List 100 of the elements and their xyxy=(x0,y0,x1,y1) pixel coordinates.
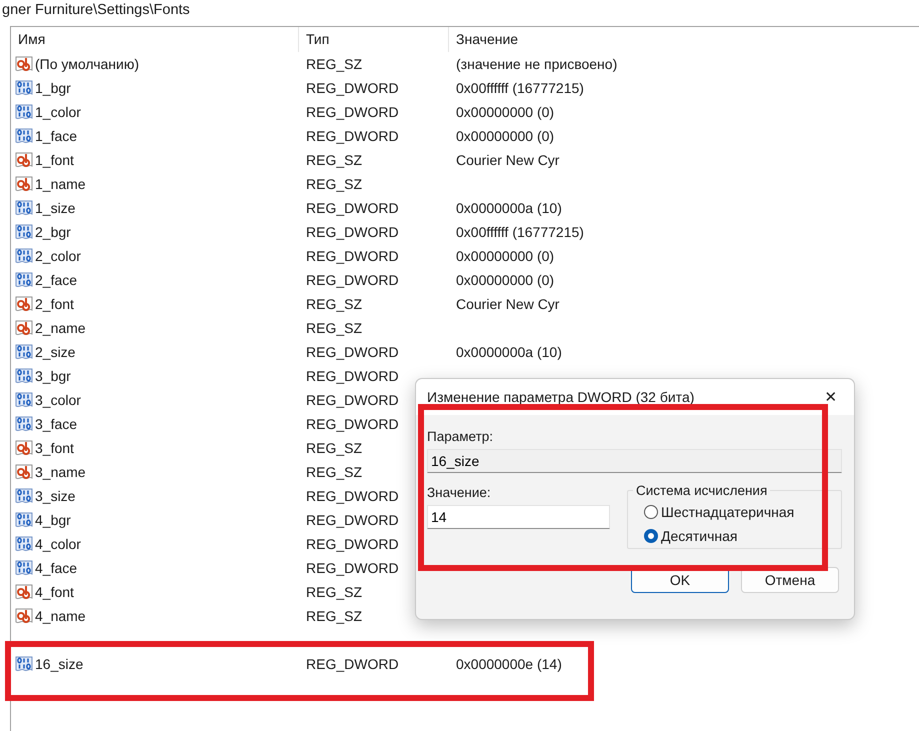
value-type: REG_DWORD xyxy=(306,416,399,432)
value-name[interactable]: 4_name xyxy=(35,608,86,624)
value-type: REG_DWORD xyxy=(306,104,399,120)
string-value-icon xyxy=(15,295,33,313)
value-type: REG_SZ xyxy=(306,296,362,312)
value-name[interactable]: 2_color xyxy=(35,248,81,264)
value-name[interactable]: 2_font xyxy=(35,296,74,312)
binary-value-icon xyxy=(15,655,33,673)
value-data: 0x0000000a (10) xyxy=(456,200,562,216)
binary-value-icon xyxy=(15,271,33,289)
value-type: REG_SZ xyxy=(306,464,362,480)
value-type: REG_DWORD xyxy=(306,368,399,384)
string-value-icon xyxy=(15,583,33,601)
value-type: REG_DWORD xyxy=(306,512,399,528)
value-name[interactable]: 3_face xyxy=(35,416,78,432)
value-name[interactable]: 3_font xyxy=(35,440,74,456)
dialog-title: Изменение параметра DWORD (32 бита) xyxy=(427,389,694,405)
input-field[interactable]: 16_size xyxy=(427,449,842,473)
value-name[interactable]: 4_font xyxy=(35,584,74,600)
field-label: Значение: xyxy=(427,484,492,502)
radio-circle[interactable] xyxy=(644,505,658,519)
value-name[interactable]: 1_font xyxy=(35,152,74,168)
column-header[interactable]: Имя xyxy=(11,27,299,52)
value-data: 0x0000000a (10) xyxy=(456,344,562,360)
value-type: REG_DWORD xyxy=(306,392,399,408)
radio-circle[interactable] xyxy=(644,529,658,543)
value-name[interactable]: (По умолчанию) xyxy=(35,56,140,72)
value-type: REG_DWORD xyxy=(306,488,399,504)
field-label: Параметр: xyxy=(427,428,494,446)
value-data: 0x00000000 (0) xyxy=(456,248,554,264)
value-type: REG_SZ xyxy=(306,152,362,168)
close-button[interactable]: ✕ xyxy=(816,384,846,410)
value-type: REG_SZ xyxy=(306,440,362,456)
radio-option[interactable]: Шестнадцатеричная xyxy=(644,500,833,524)
value-type: REG_SZ xyxy=(306,56,362,72)
value-data: 0x00ffffff (16777215) xyxy=(456,80,584,96)
binary-value-icon xyxy=(15,247,33,265)
value-name[interactable]: 2_size xyxy=(35,344,76,360)
binary-value-icon xyxy=(15,391,33,409)
binary-value-icon xyxy=(15,103,33,121)
value-type: REG_DWORD xyxy=(306,248,399,264)
value-type: REG_DWORD xyxy=(306,536,399,552)
string-value-icon xyxy=(15,175,33,193)
value-name[interactable]: 3_name xyxy=(35,464,86,480)
column-header[interactable]: Тип xyxy=(299,27,449,52)
radio-option[interactable]: Десятичная xyxy=(644,524,833,548)
binary-value-icon xyxy=(15,535,33,553)
value-type: REG_DWORD xyxy=(306,80,399,96)
string-value-icon xyxy=(15,319,33,337)
value-name[interactable]: 2_name xyxy=(35,320,86,336)
binary-value-icon xyxy=(15,367,33,385)
value-name[interactable]: 4_bgr xyxy=(35,512,71,528)
value-name[interactable]: 2_bgr xyxy=(35,224,71,240)
value-type: REG_DWORD xyxy=(306,344,399,360)
input-field[interactable]: 14 xyxy=(427,505,610,529)
value-name[interactable]: 3_color xyxy=(35,392,81,408)
value-name[interactable]: 1_color xyxy=(35,104,81,120)
value-type: REG_SZ xyxy=(306,608,362,624)
group-label: Система исчисления xyxy=(635,483,768,498)
value-name[interactable]: 3_size xyxy=(35,488,76,504)
address-path: gner Furniture\Settings\Fonts xyxy=(1,1,191,20)
string-value-icon xyxy=(15,55,33,73)
value-name[interactable]: 1_name xyxy=(35,176,86,192)
value-data: (значение не присвоено) xyxy=(456,56,618,72)
value-name[interactable]: 4_face xyxy=(35,560,78,576)
binary-value-icon xyxy=(15,127,33,145)
binary-value-icon xyxy=(15,487,33,505)
value-data: 0x00000000 (0) xyxy=(456,104,554,120)
value-name[interactable]: 1_bgr xyxy=(35,80,71,96)
string-value-icon xyxy=(15,463,33,481)
value-name[interactable]: 2_face xyxy=(35,272,78,288)
binary-value-icon xyxy=(15,559,33,577)
value-type: REG_DWORD xyxy=(306,272,399,288)
value-type: REG_DWORD xyxy=(306,224,399,240)
value-data: 0x00000000 (0) xyxy=(456,272,554,288)
string-value-icon xyxy=(15,607,33,625)
value-type: REG_SZ xyxy=(306,176,362,192)
value-name[interactable]: 1_face xyxy=(35,128,78,144)
value-data: Courier New Cyr xyxy=(456,152,560,168)
string-value-icon xyxy=(15,151,33,169)
binary-value-icon xyxy=(15,223,33,241)
value-type: REG_SZ xyxy=(306,320,362,336)
value-type: REG_DWORD xyxy=(306,560,399,576)
value-name[interactable]: 4_color xyxy=(35,536,81,552)
value-name[interactable]: 1_size xyxy=(35,200,76,216)
value-type: REG_DWORD xyxy=(306,656,399,672)
column-header[interactable]: Значение xyxy=(449,27,849,52)
value-data: 0x0000000e (14) xyxy=(456,656,562,672)
value-name[interactable]: 16_size xyxy=(35,656,84,672)
binary-value-icon xyxy=(15,199,33,217)
value-data: 0x00000000 (0) xyxy=(456,128,554,144)
binary-value-icon xyxy=(15,511,33,529)
value-name[interactable]: 3_bgr xyxy=(35,368,71,384)
value-type: REG_DWORD xyxy=(306,200,399,216)
binary-value-icon xyxy=(15,415,33,433)
value-type: REG_DWORD xyxy=(306,128,399,144)
value-data: 0x00ffffff (16777215) xyxy=(456,224,584,240)
binary-value-icon xyxy=(15,343,33,361)
value-data: Courier New Cyr xyxy=(456,296,560,312)
string-value-icon xyxy=(15,439,33,457)
